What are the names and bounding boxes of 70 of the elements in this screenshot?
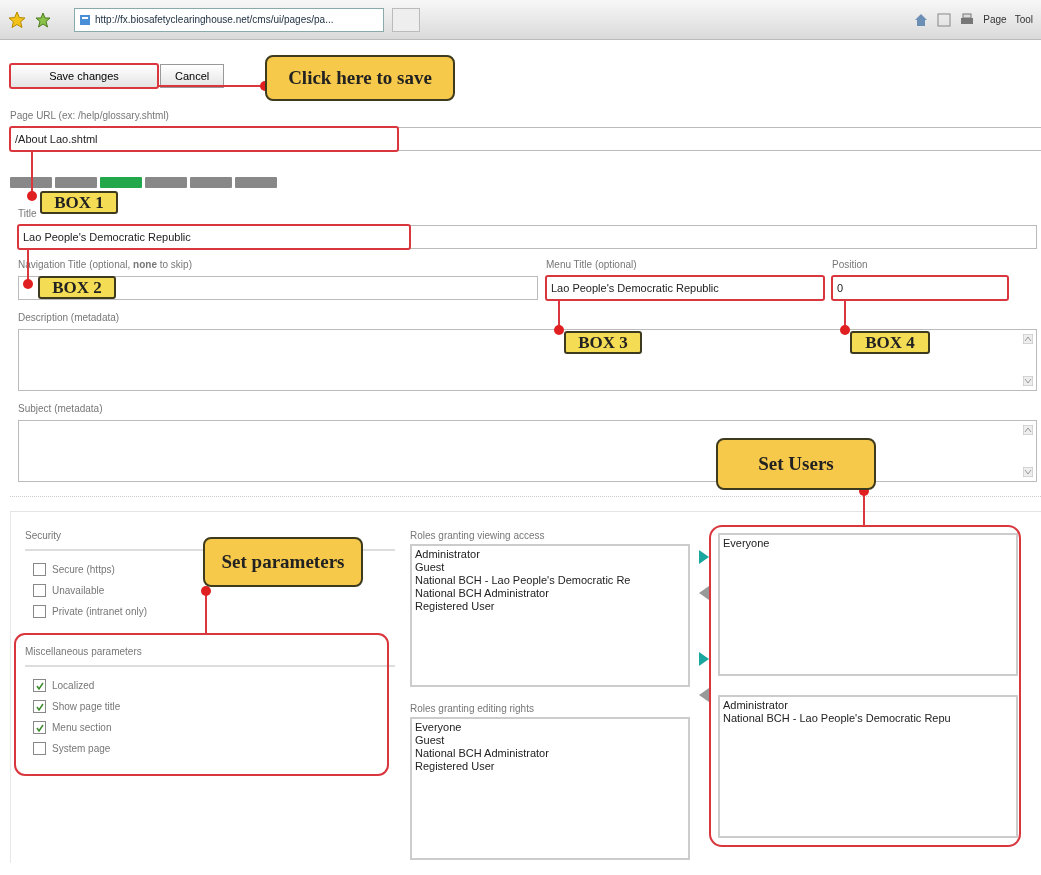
field-label: Position <box>832 259 869 270</box>
leader-line <box>840 299 850 335</box>
list-item[interactable]: Administrator <box>415 548 685 561</box>
callout-note: Set Users <box>716 438 876 490</box>
available-roles-list[interactable]: Everyone Guest National BCH Administrator Registered User <box>410 717 690 860</box>
scroll-down-icon[interactable] <box>1023 467 1033 477</box>
description-field[interactable] <box>18 329 1037 391</box>
move-right-icon[interactable] <box>697 548 711 566</box>
group-title: Miscellaneous parameters <box>25 646 395 667</box>
checkbox[interactable] <box>33 563 46 576</box>
new-tab[interactable] <box>392 7 420 32</box>
address-field[interactable]: http://fx.biosafetyclearinghouse.net/cms/ui/pages/pa... <box>74 7 384 32</box>
checkbox-label: Secure (https) <box>52 564 115 575</box>
field-label: Page URL (ex: /help/glossary.shtml) <box>10 110 170 121</box>
checkbox[interactable] <box>33 605 46 618</box>
box-label: BOX 1 <box>40 191 118 214</box>
granted-roles-list[interactable]: Administrator National BCH - Lao People's Democratic Repu <box>718 695 1018 838</box>
list-item[interactable]: Registered User <box>415 760 685 773</box>
leader-line <box>27 150 37 201</box>
granted-roles-list[interactable]: Everyone <box>718 533 1018 676</box>
list-item[interactable]: Administrator <box>723 699 1013 712</box>
checkbox-label: Localized <box>52 680 95 691</box>
field-label: Menu Title (optional) <box>546 259 638 270</box>
move-right-icon[interactable] <box>697 650 711 668</box>
star-icon[interactable] <box>8 10 26 29</box>
list-item[interactable]: National BCH - Lao People's Democratic Re <box>415 574 685 587</box>
field-label: Subject (metadata) <box>18 403 104 414</box>
checkbox[interactable] <box>33 679 46 692</box>
move-left-icon[interactable] <box>697 686 711 704</box>
box-label: BOX 3 <box>564 331 642 354</box>
checkbox-label: System page <box>52 743 111 754</box>
home-icon[interactable] <box>913 11 930 28</box>
list-item[interactable]: Everyone <box>723 537 1013 550</box>
leader-line <box>554 299 564 335</box>
checkbox-label: Private (intranet only) <box>52 606 148 617</box>
checkbox[interactable] <box>33 721 46 734</box>
toolbar-menu[interactable]: Tool <box>1014 14 1033 25</box>
cancel-button[interactable]: Cancel <box>160 64 225 88</box>
available-roles-list[interactable]: Administrator Guest National BCH - Lao People's Democratic Re National BCH Administrator Registered User <box>410 544 690 687</box>
list-item[interactable]: Guest <box>415 734 685 747</box>
scroll-up-icon[interactable] <box>1023 334 1033 344</box>
scroll-down-icon[interactable] <box>1023 376 1033 386</box>
callout-note: Click here to save <box>265 55 455 101</box>
checkbox[interactable] <box>33 742 46 755</box>
checkbox-label: Unavailable <box>52 585 105 596</box>
leader-line <box>201 586 211 635</box>
field-label: Description (metadata) <box>18 312 121 323</box>
page-icon[interactable] <box>79 13 91 26</box>
box-label: BOX 2 <box>38 276 116 299</box>
list-item[interactable]: Everyone <box>415 721 685 734</box>
subject-field[interactable] <box>18 420 1037 482</box>
box-label: BOX 4 <box>850 331 930 354</box>
scroll-up-icon[interactable] <box>1023 425 1033 435</box>
checkbox[interactable] <box>33 700 46 713</box>
checkbox-label: Show page title <box>52 701 121 712</box>
list-title: Roles granting editing rights <box>410 703 535 714</box>
list-item[interactable]: Guest <box>415 561 685 574</box>
plus-star-icon[interactable] <box>34 10 52 29</box>
list-item[interactable]: National BCH Administrator <box>415 747 685 760</box>
toolbar-menu[interactable]: Page <box>983 14 1007 25</box>
callout-note: Set parameters <box>203 537 363 587</box>
checkbox[interactable] <box>33 584 46 597</box>
list-item[interactable]: Registered User <box>415 600 685 613</box>
list-item[interactable]: National BCH Administrator <box>415 587 685 600</box>
address-text: http://fx.biosafetyclearinghouse.net/cms/ui/pages/pa... <box>95 14 334 25</box>
move-left-icon[interactable] <box>697 584 711 602</box>
field-label: Title <box>18 208 38 219</box>
list-title: Roles granting viewing access <box>410 530 546 541</box>
checkbox-label: Menu section <box>52 722 112 733</box>
list-item[interactable]: National BCH - Lao People's Democratic Repu <box>723 712 1013 725</box>
